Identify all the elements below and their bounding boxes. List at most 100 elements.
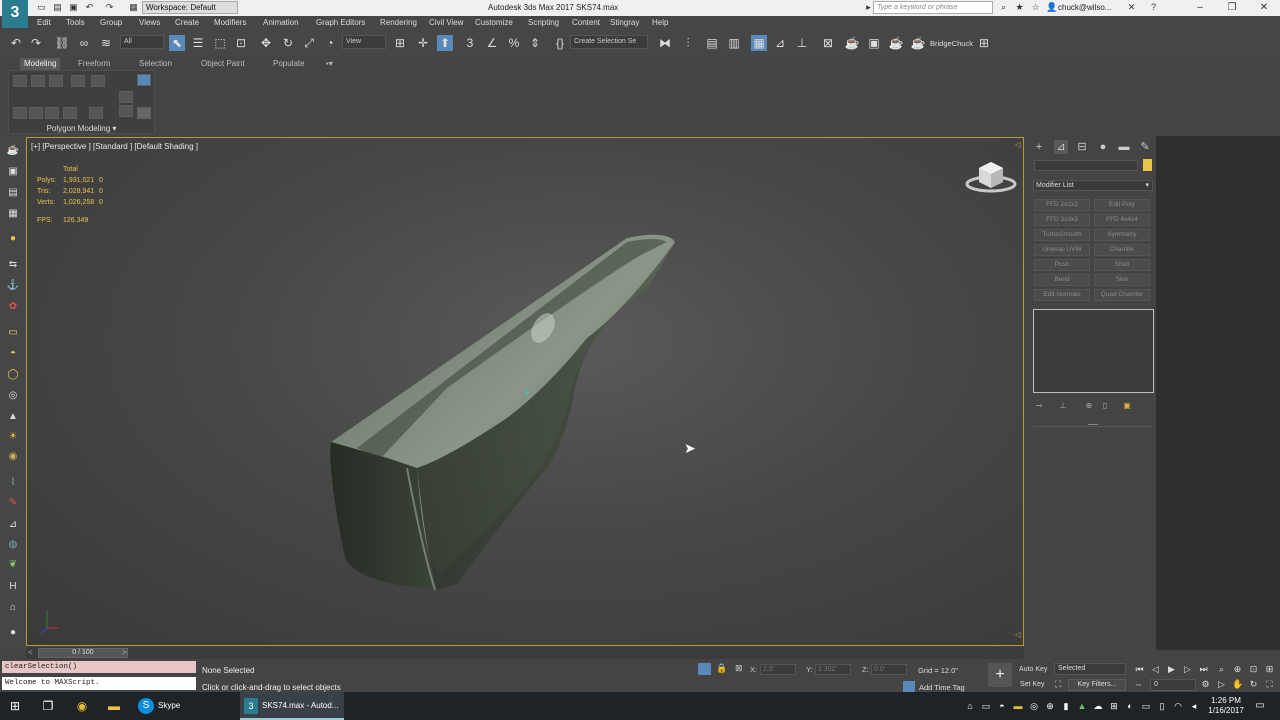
tab-populate[interactable]: Populate xyxy=(273,58,305,70)
remove-modifier-icon[interactable]: ▯ xyxy=(1100,401,1110,411)
subscription-icon[interactable]: ★ xyxy=(1014,2,1025,13)
maxscript-listener-output[interactable]: clearSelection() xyxy=(2,661,196,673)
y-coordinate-field[interactable]: 2.302' xyxy=(815,664,851,675)
utilities-tab-icon[interactable]: ✎ xyxy=(1138,140,1152,154)
time-tag-icon[interactable] xyxy=(903,681,915,692)
user-icon[interactable]: 👤 xyxy=(1046,2,1057,13)
pivot-center-icon[interactable]: ⊞ xyxy=(392,35,408,51)
next-key-icon[interactable]: ▷ xyxy=(1182,664,1193,675)
task-view-icon[interactable]: ❐ xyxy=(40,698,56,714)
viewport-layout-icon[interactable]: ◁ xyxy=(1015,140,1021,149)
app-logo-icon[interactable]: 3 xyxy=(2,0,28,28)
leaf-icon[interactable]: ❦ xyxy=(6,558,20,572)
binoculars-icon[interactable]: ⌕ xyxy=(998,2,1009,13)
percent-snap-icon[interactable]: % xyxy=(506,35,522,51)
notifications-icon[interactable]: ▭ xyxy=(1252,698,1268,714)
material-sphere-icon[interactable]: ● xyxy=(6,626,20,640)
menu-scripting[interactable]: Scripting xyxy=(528,18,559,27)
layers-icon[interactable]: ▤ xyxy=(6,186,20,200)
modify-tab-icon[interactable]: ⊿ xyxy=(1054,140,1068,154)
pin-stack-icon[interactable]: ⊸ xyxy=(1034,401,1044,411)
selection-lock-icon[interactable]: 🔒 xyxy=(716,663,727,674)
modifier-button[interactable]: Skin xyxy=(1094,274,1150,286)
key-mode-icon[interactable]: ⛶ xyxy=(1055,679,1061,690)
taskbar-3dsmax[interactable]: 3 SKS74.max - Autod... xyxy=(240,692,344,720)
redo-icon[interactable]: ↷ xyxy=(104,2,115,13)
schematic-view-icon[interactable]: ⊥ xyxy=(794,35,810,51)
viewcube[interactable] xyxy=(965,158,1017,196)
snaps-toggle-icon[interactable]: 3 xyxy=(462,35,478,51)
current-frame-field[interactable]: 0 xyxy=(1150,679,1196,691)
modifier-button[interactable]: Edit Poly xyxy=(1094,199,1150,211)
ribbon-options-icon[interactable]: ▪▾ xyxy=(326,58,333,70)
exchange-icon[interactable]: ✕ xyxy=(1126,2,1137,13)
tray-icon[interactable]: ◓ xyxy=(994,698,1010,714)
taskbar-skype[interactable]: S Skype xyxy=(136,692,232,720)
onedrive-icon[interactable]: ☁ xyxy=(1090,698,1106,714)
pin-stack-icon[interactable] xyxy=(137,107,151,119)
rotate-icon[interactable]: ↻ xyxy=(280,35,296,51)
panel-title[interactable]: Polygon Modeling ▾ xyxy=(8,124,155,133)
time-config-icon[interactable]: ⚙ xyxy=(1200,679,1211,690)
scene-explorer-icon[interactable]: ▤ xyxy=(704,35,720,51)
keyboard-shortcut-override-icon[interactable]: ⬆ xyxy=(437,35,453,51)
help-icon[interactable]: ? xyxy=(1148,2,1159,13)
render-production-icon[interactable]: ☕ xyxy=(888,35,904,51)
layer-explorer-icon[interactable]: ▥ xyxy=(726,35,742,51)
tab-freeform[interactable]: Freeform xyxy=(78,58,110,70)
modifier-list-dropdown[interactable]: Modifier List ▾ xyxy=(1033,180,1153,191)
edit-named-selections-icon[interactable]: {} xyxy=(552,35,568,51)
battery-icon[interactable]: ▯ xyxy=(1154,698,1170,714)
render-iterative-icon[interactable]: ☕ xyxy=(910,35,926,51)
absolute-mode-icon[interactable]: ⊠ xyxy=(735,663,743,674)
menu-content[interactable]: Content xyxy=(572,18,600,27)
hierarchy-tab-icon[interactable]: ⊟ xyxy=(1075,140,1089,154)
spinner-snap-icon[interactable]: ⇕ xyxy=(527,35,543,51)
zoom-icon[interactable]: ⌕ xyxy=(1216,664,1227,675)
tray-icon[interactable]: ◎ xyxy=(1026,698,1042,714)
maxscript-listener-input[interactable]: Welcome to MAXScript. xyxy=(2,677,196,690)
light-icon[interactable]: ● xyxy=(6,232,20,246)
modifier-button[interactable]: Push xyxy=(1034,259,1090,271)
menu-civil-view[interactable]: Civil View xyxy=(429,18,464,27)
go-to-start-icon[interactable]: ⏮ xyxy=(1134,664,1145,675)
modifier-button[interactable]: TurboSmooth xyxy=(1034,229,1090,241)
tray-icon[interactable]: ⊕ xyxy=(1042,698,1058,714)
x-coordinate-field[interactable]: 2.0' xyxy=(760,664,796,675)
transform-icon[interactable]: ⇆ xyxy=(6,258,20,272)
chrome-icon[interactable]: ◉ xyxy=(74,698,90,714)
go-to-end-icon[interactable]: ⏭ xyxy=(1198,664,1209,675)
create-tab-icon[interactable]: + xyxy=(1032,140,1046,154)
set-key-mode-button[interactable]: Set Key xyxy=(1020,679,1045,690)
tray-icon[interactable]: ▲ xyxy=(1074,698,1090,714)
undo-icon[interactable]: ↶ xyxy=(84,2,95,13)
zoom-extents-icon[interactable]: ⊡ xyxy=(1248,664,1259,675)
key-filters-button[interactable]: Key Filters... xyxy=(1068,679,1126,691)
menu-rendering[interactable]: Rendering xyxy=(380,18,417,27)
bridge-label[interactable]: BridgeChuck xyxy=(930,39,973,48)
modifier-button[interactable]: FFD 2x2x2 xyxy=(1034,199,1090,211)
make-unique-icon[interactable]: ⊕ xyxy=(1084,401,1094,411)
anchor-icon[interactable]: ⚓ xyxy=(6,279,20,293)
wifi-icon[interactable]: ◠ xyxy=(1170,698,1186,714)
selection-filter-dropdown[interactable]: All xyxy=(120,35,164,49)
bridge-grid-icon[interactable]: ⊞ xyxy=(976,35,992,51)
tray-icon[interactable]: ▭ xyxy=(978,698,994,714)
modifier-button[interactable]: Shell xyxy=(1094,259,1150,271)
object-color-swatch[interactable] xyxy=(1143,159,1152,171)
rendered-frame-window-icon[interactable]: ▣ xyxy=(866,35,882,51)
modifier-button[interactable]: Edit Normals xyxy=(1034,289,1090,301)
set-key-button[interactable]: + xyxy=(988,663,1012,687)
pan-icon[interactable]: ✋ xyxy=(1232,679,1243,690)
modifier-button[interactable]: Bend xyxy=(1034,274,1090,286)
modifier-button[interactable]: FFD 4x4x4 xyxy=(1094,214,1150,226)
configure-sets-icon[interactable]: ▣ xyxy=(1122,401,1132,411)
select-by-name-icon[interactable]: ☰ xyxy=(190,35,206,51)
viewport-layout-icon[interactable]: ◁ xyxy=(1015,630,1021,639)
ribbon-toggle-icon[interactable]: ▦ xyxy=(751,35,767,51)
menu-modifiers[interactable]: Modifiers xyxy=(214,18,246,27)
image-icon[interactable]: ▣ xyxy=(6,165,20,179)
unlink-icon[interactable]: ∞ xyxy=(76,35,92,51)
modifier-button[interactable]: Unwrap UVW xyxy=(1034,244,1090,256)
search-input[interactable]: Type a keyword or phrase xyxy=(873,1,993,14)
